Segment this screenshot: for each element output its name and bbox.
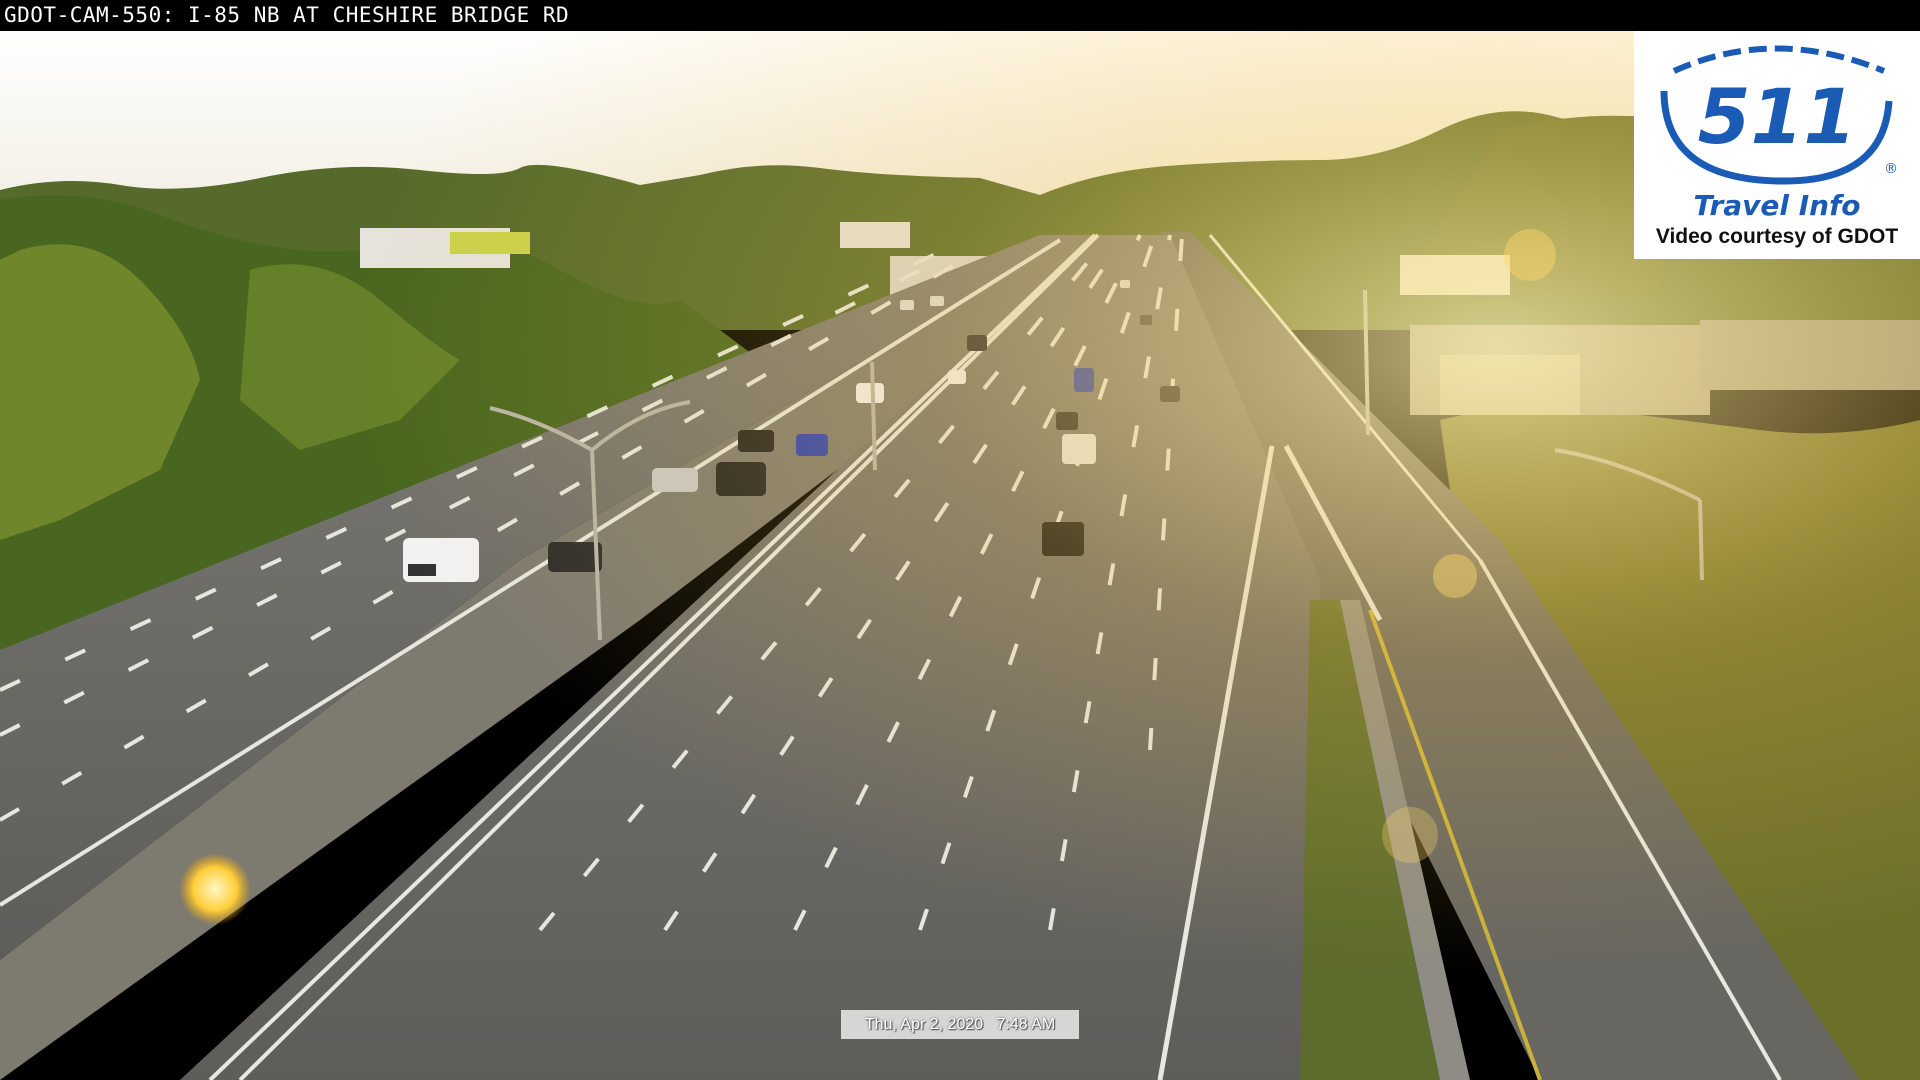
camera-frame: GDOT-CAM-550: I-85 NB AT CHESHIRE BRIDGE… xyxy=(0,0,1920,1080)
511-logo: 511 ® xyxy=(1660,45,1898,185)
logo-tagline: Travel Info xyxy=(1693,189,1861,222)
logo-arc xyxy=(1672,45,1886,74)
511-logo-panel: 511 ® Travel Info Video courtesy of GDOT xyxy=(1634,31,1920,259)
traffic-camera-image xyxy=(0,31,1920,1080)
lens-flare-small xyxy=(1433,554,1477,598)
lens-flare-small xyxy=(1382,807,1438,863)
timestamp-overlay: Thu, Apr 2, 2020 7:48 AM xyxy=(841,1010,1079,1039)
logo-trademark: ® xyxy=(1884,161,1898,177)
logo-number: 511 xyxy=(1698,72,1857,161)
camera-title-bar: GDOT-CAM-550: I-85 NB AT CHESHIRE BRIDGE… xyxy=(0,0,1920,31)
sun-glare xyxy=(0,31,1920,1080)
lens-flare-small xyxy=(1504,229,1556,281)
camera-title: GDOT-CAM-550: I-85 NB AT CHESHIRE BRIDGE… xyxy=(4,3,570,27)
video-courtesy-text: Video courtesy of GDOT xyxy=(1655,225,1899,248)
lens-flare xyxy=(179,853,251,925)
